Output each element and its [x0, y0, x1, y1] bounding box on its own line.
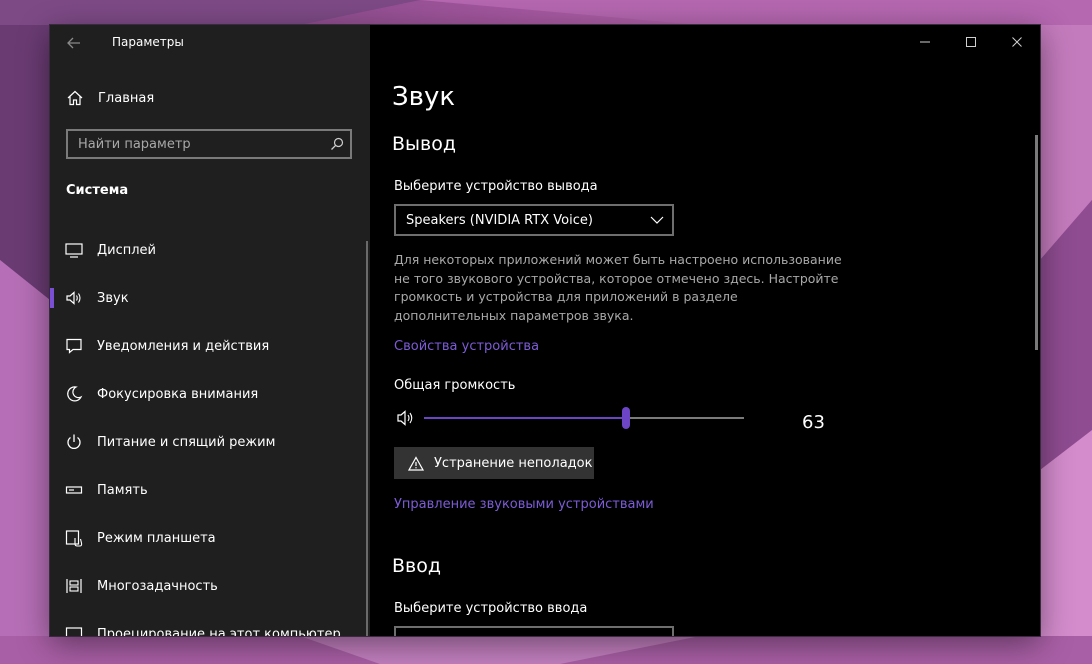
- search-input[interactable]: [68, 135, 324, 153]
- settings-window: Параметры Главная Система Дисплей: [50, 25, 1040, 636]
- back-button[interactable]: [64, 33, 84, 53]
- input-device-label: Выберите устройство ввода: [394, 601, 588, 616]
- sidebar-item-focus-assist[interactable]: Фокусировка внимания: [50, 374, 368, 414]
- minimize-icon: [920, 41, 930, 43]
- content-scrollbar[interactable]: [1035, 135, 1038, 350]
- volume-slider[interactable]: [424, 407, 744, 429]
- sidebar-item-label: Питание и спящий режим: [97, 434, 276, 450]
- moon-icon: [64, 384, 84, 404]
- sidebar-item-tablet-mode[interactable]: Режим планшета: [50, 518, 368, 558]
- device-properties-link[interactable]: Свойства устройства: [394, 339, 539, 354]
- sidebar-item-label: Звук: [97, 290, 129, 306]
- search-box: [66, 129, 352, 159]
- sidebar: Параметры Главная Система Дисплей: [50, 25, 370, 636]
- sidebar-item-display[interactable]: Дисплей: [50, 230, 368, 270]
- minimize-button[interactable]: [902, 31, 948, 53]
- display-icon: [64, 240, 84, 260]
- power-icon: [64, 432, 84, 452]
- volume-label: Общая громкость: [394, 378, 516, 393]
- warning-icon: [408, 455, 424, 471]
- troubleshoot-button[interactable]: Устранение неполадок: [394, 447, 594, 479]
- multitasking-icon: [64, 576, 84, 596]
- sidebar-item-label: Уведомления и действия: [97, 338, 270, 354]
- tablet-icon: [64, 528, 84, 548]
- troubleshoot-label: Устранение неполадок: [434, 455, 593, 471]
- output-heading: Вывод: [392, 133, 456, 155]
- output-description: Для некоторых приложений может быть наст…: [394, 252, 842, 323]
- sidebar-item-label: Фокусировка внимания: [97, 386, 259, 402]
- maximize-button[interactable]: [948, 31, 994, 53]
- sidebar-scrollbar[interactable]: [366, 241, 368, 636]
- input-device-dropdown[interactable]: [394, 626, 674, 636]
- chevron-down-icon: [642, 216, 672, 224]
- content-pane: Звук Вывод Выберите устройство вывода Sp…: [370, 25, 1040, 636]
- speaker-icon[interactable]: [396, 408, 416, 428]
- home-icon: [67, 90, 83, 106]
- output-device-value: Speakers (NVIDIA RTX Voice): [406, 212, 593, 228]
- close-icon: [1012, 37, 1022, 47]
- search-icon[interactable]: [324, 137, 350, 151]
- output-device-label: Выберите устройство вывода: [394, 179, 598, 194]
- sidebar-item-label: Память: [97, 482, 148, 498]
- window-title: Параметры: [112, 35, 184, 49]
- sidebar-item-label: Дисплей: [97, 242, 157, 258]
- arrow-left-icon: [67, 37, 80, 49]
- volume-slider-fill: [424, 417, 626, 419]
- active-indicator: [50, 288, 54, 308]
- notification-icon: [64, 336, 84, 356]
- home-label: Главная: [98, 90, 155, 106]
- projecting-icon: [64, 624, 84, 636]
- storage-icon: [64, 480, 84, 500]
- volume-slider-thumb[interactable]: [622, 407, 630, 429]
- close-button[interactable]: [994, 31, 1040, 53]
- section-title-system: Система: [66, 183, 129, 198]
- sidebar-item-projecting[interactable]: Проецирование на этот компьютер: [50, 614, 368, 636]
- page-title: Звук: [392, 82, 456, 112]
- manage-sound-devices-link[interactable]: Управление звуковыми устройствами: [394, 497, 654, 512]
- sidebar-item-power[interactable]: Питание и спящий режим: [50, 422, 368, 462]
- maximize-icon: [966, 37, 976, 47]
- sidebar-item-label: Многозадачность: [97, 578, 218, 594]
- sidebar-item-label: Режим планшета: [97, 530, 216, 546]
- sidebar-item-sound[interactable]: Звук: [50, 278, 368, 318]
- sidebar-item-notifications[interactable]: Уведомления и действия: [50, 326, 368, 366]
- volume-value: 63: [802, 412, 825, 433]
- output-device-dropdown[interactable]: Speakers (NVIDIA RTX Voice): [394, 204, 674, 236]
- sidebar-item-multitasking[interactable]: Многозадачность: [50, 566, 368, 606]
- home-link[interactable]: Главная: [66, 87, 154, 109]
- input-heading: Ввод: [392, 555, 441, 577]
- speaker-icon: [64, 288, 84, 308]
- sidebar-item-storage[interactable]: Память: [50, 470, 368, 510]
- sidebar-item-label: Проецирование на этот компьютер: [97, 626, 341, 637]
